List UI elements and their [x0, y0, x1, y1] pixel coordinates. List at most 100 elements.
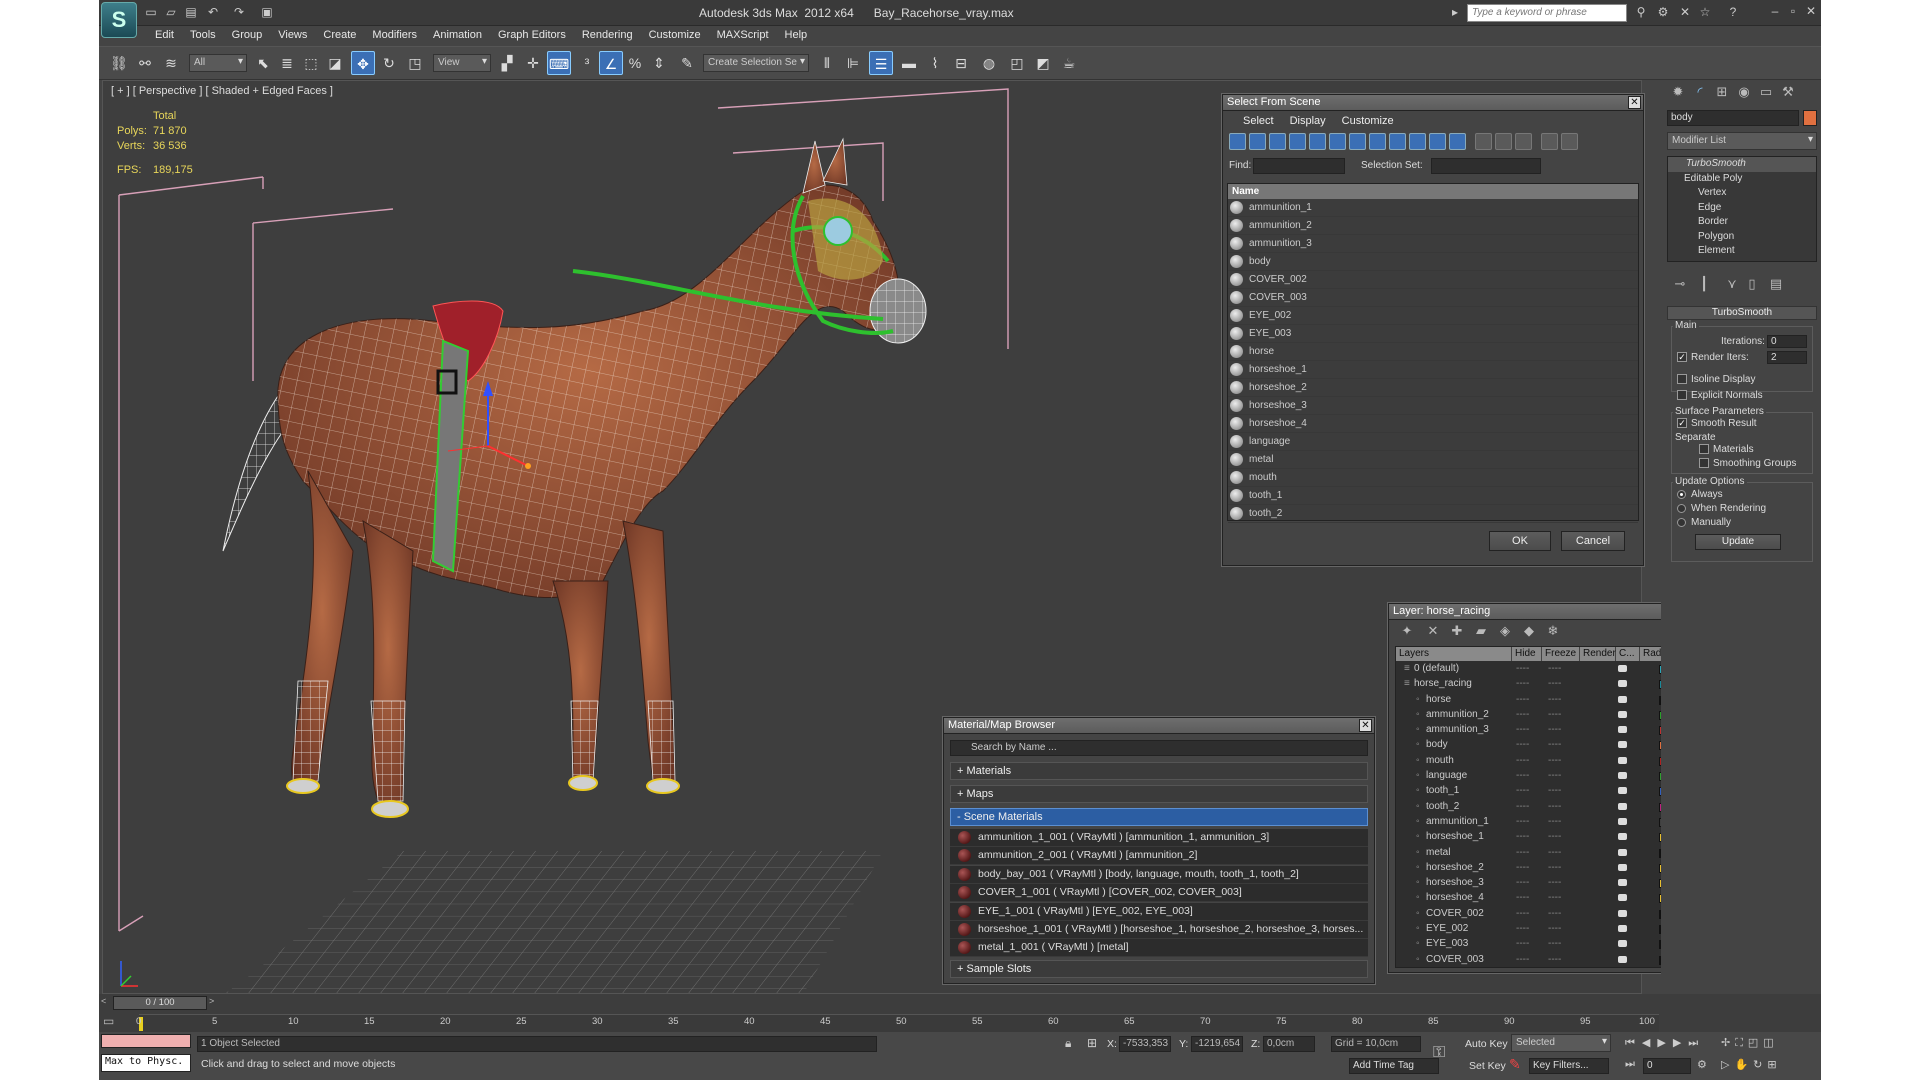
sub-object-level-item[interactable]: Border: [1668, 215, 1816, 230]
maxscript-mini-listener[interactable]: Max to Physc.: [101, 1054, 191, 1072]
curve-editor-icon[interactable]: ⌇: [923, 51, 947, 75]
viewport-navigation-icons[interactable]: ✢⛶◰◫: [1721, 1036, 1779, 1050]
render-teapot-icon[interactable]: [1618, 925, 1627, 933]
utilities-tab-icon[interactable]: ⚒: [1779, 84, 1797, 102]
sfs-menu-select[interactable]: Select: [1235, 115, 1282, 127]
freeze-toggle[interactable]: ----: [1548, 860, 1561, 875]
save-file-icon[interactable]: ▤: [183, 4, 199, 20]
scene-material-row[interactable]: ammunition_2_001 ( VRayMtl ) [ammunition…: [950, 847, 1368, 866]
minimize-icon[interactable]: –: [1767, 4, 1783, 20]
scene-materials-rollout[interactable]: - Scene Materials: [950, 808, 1368, 826]
render-teapot-icon[interactable]: [1618, 833, 1627, 841]
render-teapot-icon[interactable]: [1618, 940, 1627, 948]
maxscript-listener[interactable]: [101, 1034, 191, 1048]
key-mode-dropdown[interactable]: Selected: [1511, 1034, 1611, 1052]
freeze-toggle[interactable]: ----: [1548, 814, 1561, 829]
display-frozen-icon[interactable]: [1429, 133, 1446, 150]
col-render[interactable]: Render: [1580, 647, 1616, 661]
percent-snap-icon[interactable]: %: [623, 51, 647, 75]
menu-modifiers[interactable]: Modifiers: [364, 26, 425, 46]
scene-object-row[interactable]: COVER_002: [1228, 271, 1638, 289]
unlink-icon[interactable]: ⚯: [133, 51, 157, 75]
hide-toggle[interactable]: ----: [1516, 890, 1529, 905]
redo-icon[interactable]: ↷: [231, 4, 247, 20]
render-teapot-icon[interactable]: [1618, 848, 1627, 856]
sample-slots-rollout[interactable]: + Sample Slots: [950, 960, 1368, 978]
y-coordinate[interactable]: -1219,654: [1191, 1036, 1243, 1052]
bind-space-warp-icon[interactable]: ≋: [159, 51, 183, 75]
favorites-star-icon[interactable]: ☆: [1697, 4, 1713, 20]
auto-key-button[interactable]: Auto Key: [1465, 1038, 1508, 1050]
object-color-swatch[interactable]: [1803, 110, 1817, 126]
modifier-stack[interactable]: TurboSmooth Editable Poly Vertex Edge Border…: [1667, 156, 1817, 262]
select-and-link-icon[interactable]: ⛓: [107, 51, 131, 75]
x-coordinate[interactable]: -7533,353: [1119, 1036, 1171, 1052]
display-invert-icon[interactable]: [1515, 133, 1532, 150]
freeze-toggle[interactable]: ----: [1548, 875, 1561, 890]
motion-tab-icon[interactable]: ◉: [1735, 84, 1753, 102]
render-production-icon[interactable]: ☕: [1057, 51, 1081, 75]
mirror-icon[interactable]: ⫴: [815, 51, 839, 75]
snaps-toggle-icon[interactable]: ³: [575, 51, 599, 75]
smooth-result-checkbox[interactable]: ✓: [1677, 418, 1687, 428]
restore-icon[interactable]: ▫: [1785, 4, 1801, 20]
scene-material-row[interactable]: metal_1_001 ( VRayMtl ) [metal]: [950, 939, 1368, 958]
display-bones-icon[interactable]: [1389, 133, 1406, 150]
col-hide[interactable]: Hide: [1512, 647, 1542, 661]
remove-modifier-icon[interactable]: ▯: [1743, 276, 1761, 294]
render-teapot-icon[interactable]: [1618, 756, 1627, 764]
scene-material-row[interactable]: body_bay_001 ( VRayMtl ) [body, language…: [950, 865, 1368, 884]
select-object-icon[interactable]: ⬉: [251, 51, 275, 75]
key-mode-toggle-icon[interactable]: ⏭: [1625, 1058, 1635, 1071]
menu-animation[interactable]: Animation: [425, 26, 490, 46]
undo-icon[interactable]: ↶: [205, 4, 221, 20]
schematic-view-icon[interactable]: ⊟: [949, 51, 973, 75]
menu-tools[interactable]: Tools: [182, 26, 224, 46]
isoline-display-checkbox[interactable]: [1677, 374, 1687, 384]
hide-toggle[interactable]: ----: [1516, 921, 1529, 936]
render-teapot-icon[interactable]: [1618, 802, 1627, 810]
freeze-toggle[interactable]: ----: [1548, 921, 1561, 936]
hide-toggle[interactable]: ----: [1516, 906, 1529, 921]
filter-icon[interactable]: [1541, 133, 1558, 150]
set-key-button[interactable]: Set Key: [1469, 1060, 1506, 1072]
viewport-navigation-icons-2[interactable]: ▷✋↻⊞: [1721, 1058, 1782, 1071]
hide-toggle[interactable]: ----: [1516, 722, 1529, 737]
reference-coordinate-dropdown[interactable]: View: [433, 54, 491, 72]
display-lights-icon[interactable]: [1269, 133, 1286, 150]
display-cameras-icon[interactable]: [1289, 133, 1306, 150]
scene-object-row[interactable]: ammunition_1: [1228, 199, 1638, 217]
menu-edit[interactable]: Edit: [147, 26, 182, 46]
create-tab-icon[interactable]: ✹: [1669, 84, 1687, 102]
scene-object-row[interactable]: tooth_2: [1228, 505, 1638, 523]
scene-object-list[interactable]: Name ammunition_1 ammunition_2 ammunition_…: [1227, 183, 1639, 523]
menu-graph-editors[interactable]: Graph Editors: [490, 26, 574, 46]
time-configuration-icon[interactable]: ⚙: [1697, 1058, 1707, 1071]
select-manipulate-icon[interactable]: ✛: [521, 51, 545, 75]
sub-object-level-item[interactable]: Polygon: [1668, 230, 1816, 245]
modifier-list-dropdown[interactable]: Modifier List: [1667, 132, 1817, 150]
selection-lock-icon[interactable]: 🔒︎: [1065, 1036, 1071, 1051]
add-time-tag-button[interactable]: Add Time Tag: [1349, 1058, 1439, 1074]
display-containers-icon[interactable]: [1409, 133, 1426, 150]
select-and-rotate-icon[interactable]: ↻: [377, 51, 401, 75]
freeze-toggle[interactable]: ----: [1548, 952, 1561, 967]
scene-object-row[interactable]: metal: [1228, 451, 1638, 469]
material-editor-icon[interactable]: ◍: [977, 51, 1001, 75]
new-file-icon[interactable]: ▭: [143, 4, 159, 20]
col-layers[interactable]: Layers: [1396, 647, 1512, 661]
update-when-rendering-radio[interactable]: [1677, 504, 1686, 513]
render-teapot-icon[interactable]: [1618, 695, 1627, 703]
configure-sets-icon[interactable]: ▤: [1767, 276, 1785, 294]
spinner-snap-icon[interactable]: ⇕: [647, 51, 671, 75]
menu-help[interactable]: Help: [777, 26, 816, 46]
menu-views[interactable]: Views: [270, 26, 315, 46]
hide-toggle[interactable]: ----: [1516, 799, 1529, 814]
help-icon[interactable]: ?: [1725, 4, 1741, 20]
hierarchy-tab-icon[interactable]: ⊞: [1713, 84, 1731, 102]
render-teapot-icon[interactable]: [1618, 726, 1627, 734]
sub-object-level-item[interactable]: Element: [1668, 244, 1816, 259]
scene-object-row[interactable]: tooth_1: [1228, 487, 1638, 505]
render-setup-icon[interactable]: ◰: [1005, 51, 1029, 75]
select-and-move-icon[interactable]: ✥: [351, 51, 375, 75]
